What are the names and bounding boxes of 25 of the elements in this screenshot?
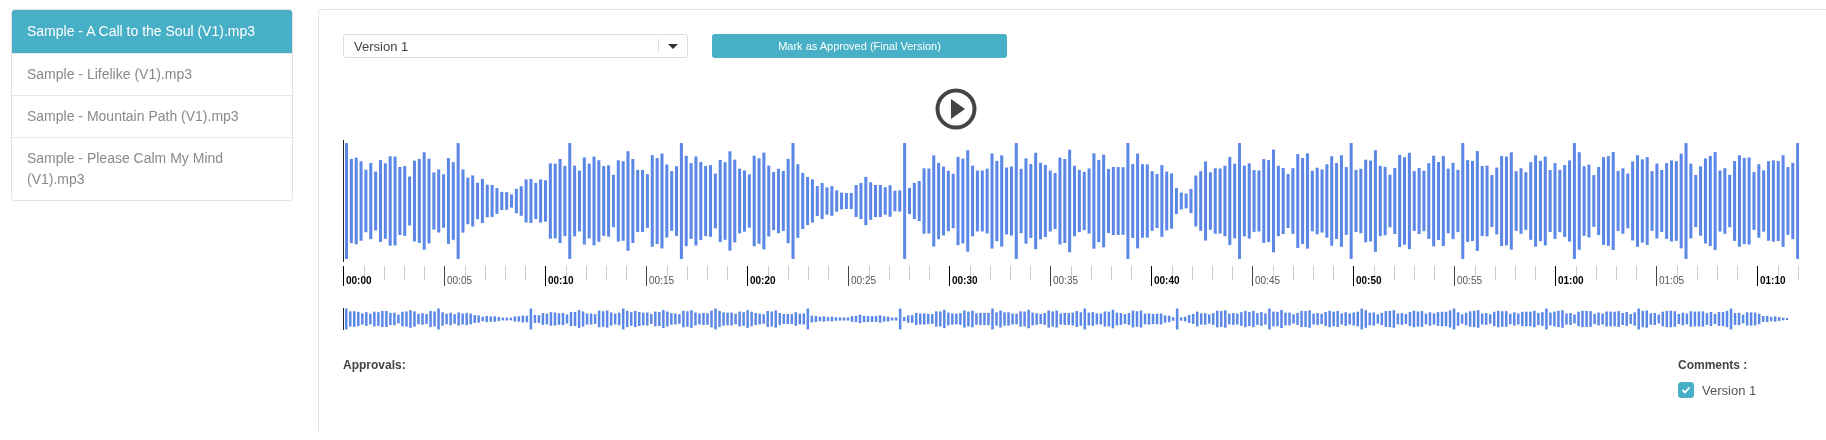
file-item[interactable]: Sample - A Call to the Soul (V1).mp3 xyxy=(12,10,292,53)
time-label: 00:40 xyxy=(1152,276,1180,286)
time-label: 00:50 xyxy=(1354,276,1382,286)
time-label: 00:00 xyxy=(344,276,372,286)
time-label: 00:35 xyxy=(1051,276,1079,286)
time-label: 00:05 xyxy=(445,276,473,286)
version-select[interactable]: Version 1 xyxy=(343,34,688,58)
time-label: 00:45 xyxy=(1253,276,1281,286)
time-label: 01:00 xyxy=(1556,276,1584,286)
time-label: 00:55 xyxy=(1455,276,1483,286)
time-label: 00:25 xyxy=(849,276,877,286)
time-label: 00:30 xyxy=(950,276,978,286)
checkbox-label: Version 1 xyxy=(1702,382,1757,398)
time-label: 01:05 xyxy=(1657,276,1685,286)
time-label: 00:10 xyxy=(546,276,574,286)
approve-button[interactable]: Mark as Approved (Final Version) xyxy=(712,34,1007,58)
check-icon xyxy=(1681,385,1691,395)
play-icon[interactable] xyxy=(934,88,977,130)
time-label: 01:10 xyxy=(1758,276,1786,286)
comments-label: Comments : xyxy=(1678,358,1749,372)
checkbox[interactable] xyxy=(1678,382,1694,398)
time-label: 00:20 xyxy=(748,276,776,286)
file-item[interactable]: Sample - Please Calm My Mind (V1).mp3 xyxy=(12,137,292,200)
time-label: 00:15 xyxy=(647,276,675,286)
approvals-label: Approvals: xyxy=(343,358,406,374)
